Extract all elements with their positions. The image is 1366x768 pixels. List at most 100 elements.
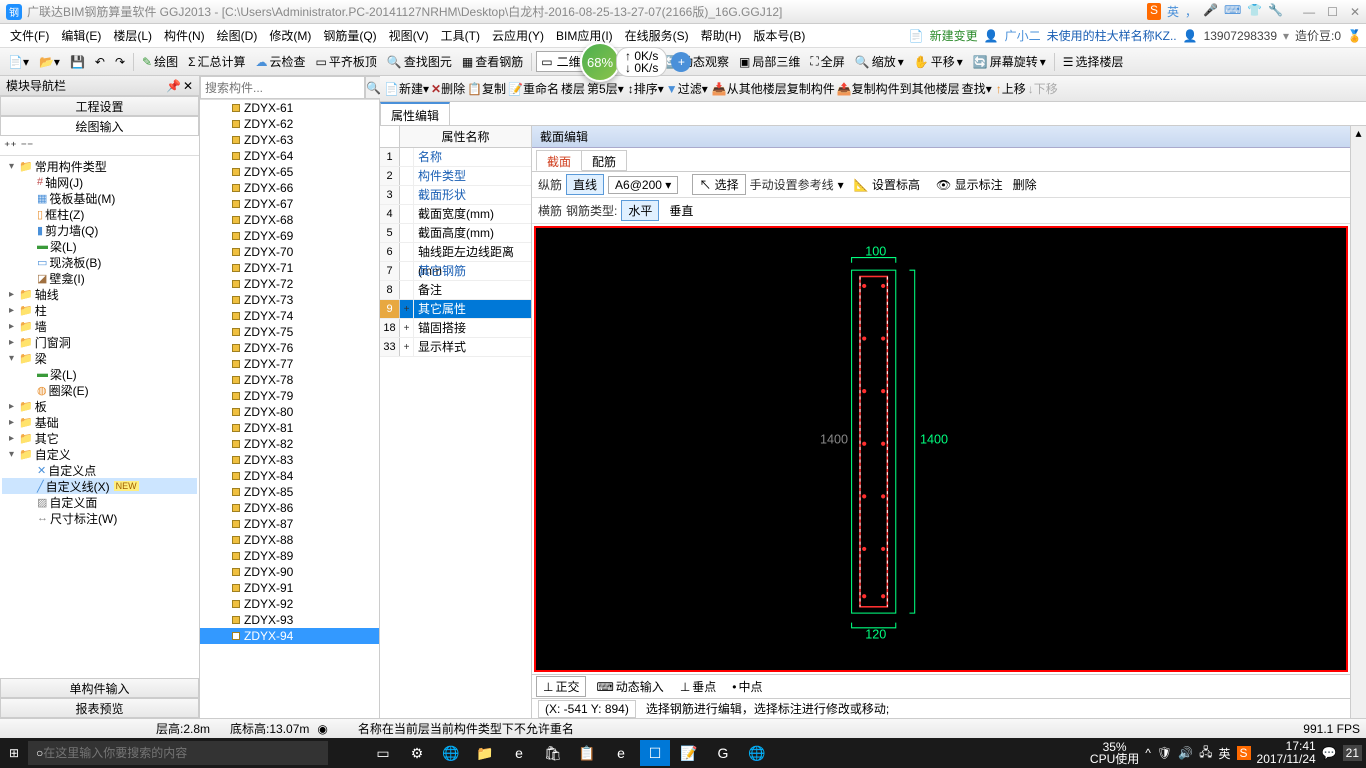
component-item[interactable]: ZDYX-84 bbox=[200, 468, 379, 484]
sum-button[interactable]: Σ汇总计算 bbox=[184, 51, 249, 72]
ime-kbd-icon[interactable]: ⌨ bbox=[1224, 3, 1241, 20]
menu-edit[interactable]: 编辑(E) bbox=[55, 25, 107, 46]
menu-view[interactable]: 视图(V) bbox=[383, 25, 435, 46]
search-input[interactable] bbox=[200, 76, 365, 99]
floor-combo[interactable]: 第5层▾ bbox=[587, 80, 624, 97]
task-app-8[interactable]: 🌐 bbox=[742, 740, 772, 766]
component-item[interactable]: ZDYX-79 bbox=[200, 388, 379, 404]
new-button[interactable]: 📄新建▾ bbox=[384, 80, 429, 97]
task-app-4[interactable]: 📋 bbox=[572, 740, 602, 766]
component-list[interactable]: ZDYX-61ZDYX-62ZDYX-63ZDYX-64ZDYX-65ZDYX-… bbox=[200, 100, 379, 718]
dyn-input-button[interactable]: ⌨ 动态输入 bbox=[590, 677, 669, 696]
tray-ime-icon[interactable]: S bbox=[1237, 746, 1251, 760]
tray-shield-icon[interactable]: 🛡 bbox=[1157, 746, 1172, 760]
component-item[interactable]: ZDYX-77 bbox=[200, 356, 379, 372]
close-icon[interactable]: ✕ bbox=[1350, 5, 1360, 19]
property-row[interactable]: 4截面宽度(mm) bbox=[380, 205, 531, 224]
price-bean[interactable]: 造价豆:0 bbox=[1295, 27, 1341, 44]
tray-up-icon[interactable]: ^ bbox=[1145, 746, 1151, 760]
tree-item[interactable]: ▸📁基础 bbox=[2, 414, 197, 430]
perf-plus-icon[interactable]: + bbox=[671, 52, 691, 72]
tree-item[interactable]: ↔尺寸标注(W) bbox=[2, 510, 197, 526]
mid-button[interactable]: • 中点 bbox=[726, 677, 768, 696]
component-item[interactable]: ZDYX-75 bbox=[200, 324, 379, 340]
horiz-button[interactable]: 水平 bbox=[621, 200, 659, 221]
menu-floor[interactable]: 楼层(L) bbox=[107, 25, 158, 46]
ime-mic-icon[interactable]: 🎤 bbox=[1203, 3, 1218, 20]
flat-top-button[interactable]: ▭平齐板顶 bbox=[312, 51, 381, 72]
component-item[interactable]: ZDYX-67 bbox=[200, 196, 379, 212]
perf-circle[interactable]: 68% bbox=[580, 42, 620, 82]
move-up-button[interactable]: ↑上移 bbox=[996, 80, 1026, 97]
component-item[interactable]: ZDYX-80 bbox=[200, 404, 379, 420]
tree-item[interactable]: ▬梁(L) bbox=[2, 366, 197, 382]
start-button[interactable]: ⊞ bbox=[4, 743, 24, 763]
minimize-icon[interactable]: — bbox=[1303, 5, 1315, 19]
component-item[interactable]: ZDYX-94 bbox=[200, 628, 379, 644]
copy-from-button[interactable]: 📥从其他楼层复制构件 bbox=[712, 80, 835, 97]
rename-button[interactable]: 📝重命名 bbox=[508, 80, 559, 97]
redo-icon[interactable]: ↷ bbox=[111, 53, 129, 71]
tree-item[interactable]: ╱自定义线(X)NEW bbox=[2, 478, 197, 494]
right-scrollbar[interactable]: ▴ bbox=[1350, 126, 1366, 718]
tree-item[interactable]: ▸📁轴线 bbox=[2, 286, 197, 302]
account-number[interactable]: 13907298339 bbox=[1204, 29, 1277, 43]
find-button[interactable]: 查找▾ bbox=[962, 80, 992, 97]
component-item[interactable]: ZDYX-83 bbox=[200, 452, 379, 468]
component-item[interactable]: ZDYX-86 bbox=[200, 500, 379, 516]
copy-to-button[interactable]: 📤复制构件到其他楼层 bbox=[837, 80, 960, 97]
view-rebar-button[interactable]: ▦查看钢筋 bbox=[458, 51, 527, 72]
tray-notif-icon[interactable]: 💬 bbox=[1322, 746, 1337, 760]
component-item[interactable]: ZDYX-82 bbox=[200, 436, 379, 452]
vert-button[interactable]: 垂直 bbox=[663, 201, 699, 220]
task-edge-icon[interactable]: e bbox=[504, 740, 534, 766]
component-item[interactable]: ZDYX-90 bbox=[200, 564, 379, 580]
tray-net-icon[interactable]: 🖧 bbox=[1199, 743, 1212, 764]
tray-vol-icon[interactable]: 🔊 bbox=[1178, 746, 1193, 760]
property-row[interactable]: 33+显示样式 bbox=[380, 338, 531, 357]
component-item[interactable]: ZDYX-73 bbox=[200, 292, 379, 308]
tree-item[interactable]: ✕自定义点 bbox=[2, 462, 197, 478]
ime-wrench-icon[interactable]: 🔧 bbox=[1268, 3, 1283, 20]
sogou-icon[interactable]: S bbox=[1147, 3, 1161, 20]
floating-performance[interactable]: 68% ↑ 0K/s ↓ 0K/s + bbox=[580, 42, 691, 82]
perp-button[interactable]: ⊥ 垂点 bbox=[674, 677, 722, 696]
tray-lang-icon[interactable]: 英 bbox=[1218, 745, 1230, 762]
component-item[interactable]: ZDYX-63 bbox=[200, 132, 379, 148]
task-app-1[interactable]: ⚙ bbox=[402, 740, 432, 766]
menu-file[interactable]: 文件(F) bbox=[4, 25, 55, 46]
spacing-combo[interactable]: A6@200 ▾ bbox=[608, 176, 678, 194]
nav-tab-draw[interactable]: 绘图输入 bbox=[0, 116, 199, 136]
select-button[interactable]: ↖ 选择 bbox=[692, 174, 745, 195]
ime-lang[interactable]: 英 bbox=[1167, 3, 1179, 20]
find-element-button[interactable]: 🔍查找图元 bbox=[383, 51, 456, 72]
menu-component[interactable]: 构件(N) bbox=[158, 25, 211, 46]
property-row[interactable]: 5截面高度(mm) bbox=[380, 224, 531, 243]
menu-help[interactable]: 帮助(H) bbox=[695, 25, 748, 46]
component-item[interactable]: ZDYX-69 bbox=[200, 228, 379, 244]
component-item[interactable]: ZDYX-91 bbox=[200, 580, 379, 596]
component-item[interactable]: ZDYX-87 bbox=[200, 516, 379, 532]
tab-property[interactable]: 属性编辑 bbox=[380, 102, 450, 125]
property-row[interactable]: 6轴线距左边线距离(mm bbox=[380, 243, 531, 262]
tree-item[interactable]: ▸📁柱 bbox=[2, 302, 197, 318]
component-item[interactable]: ZDYX-81 bbox=[200, 420, 379, 436]
component-item[interactable]: ZDYX-72 bbox=[200, 276, 379, 292]
task-app-7[interactable]: G bbox=[708, 740, 738, 766]
tree-item[interactable]: #轴网(J) bbox=[2, 174, 197, 190]
nav-tab-single[interactable]: 单构件输入 bbox=[0, 678, 199, 698]
taskbar-search-input[interactable] bbox=[43, 746, 320, 760]
tab-section[interactable]: 截面 bbox=[536, 150, 582, 171]
menu-tool[interactable]: 工具(T) bbox=[435, 25, 486, 46]
tree-item[interactable]: ▨自定义面 bbox=[2, 494, 197, 510]
task-app-6[interactable]: 📝 bbox=[674, 740, 704, 766]
open-icon[interactable]: 📂▾ bbox=[35, 53, 64, 71]
property-row[interactable]: 3截面形状 bbox=[380, 186, 531, 205]
tree-item[interactable]: ▦筏板基础(M) bbox=[2, 190, 197, 206]
tree-item[interactable]: ▯框柱(Z) bbox=[2, 206, 197, 222]
zoom-button[interactable]: 🔍缩放▾ bbox=[851, 51, 908, 72]
copy-button[interactable]: 📋复制 bbox=[467, 80, 506, 97]
pan-button[interactable]: ✋平移▾ bbox=[910, 51, 967, 72]
task-view-icon[interactable]: ▭ bbox=[368, 740, 398, 766]
save-icon[interactable]: 💾 bbox=[66, 53, 89, 71]
